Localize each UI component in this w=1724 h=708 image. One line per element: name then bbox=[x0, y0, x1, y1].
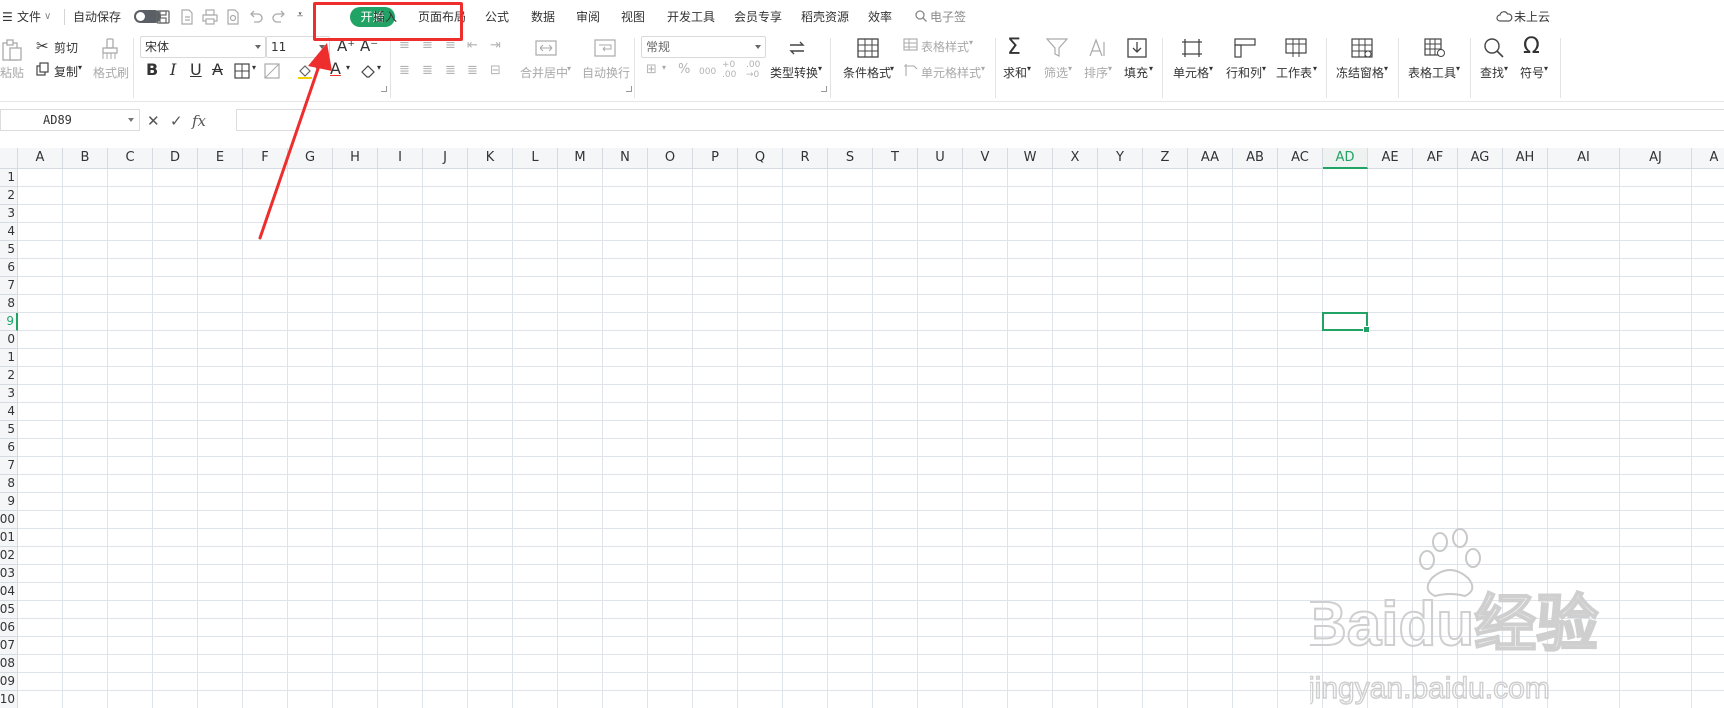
annotation-arrow bbox=[258, 43, 332, 240]
